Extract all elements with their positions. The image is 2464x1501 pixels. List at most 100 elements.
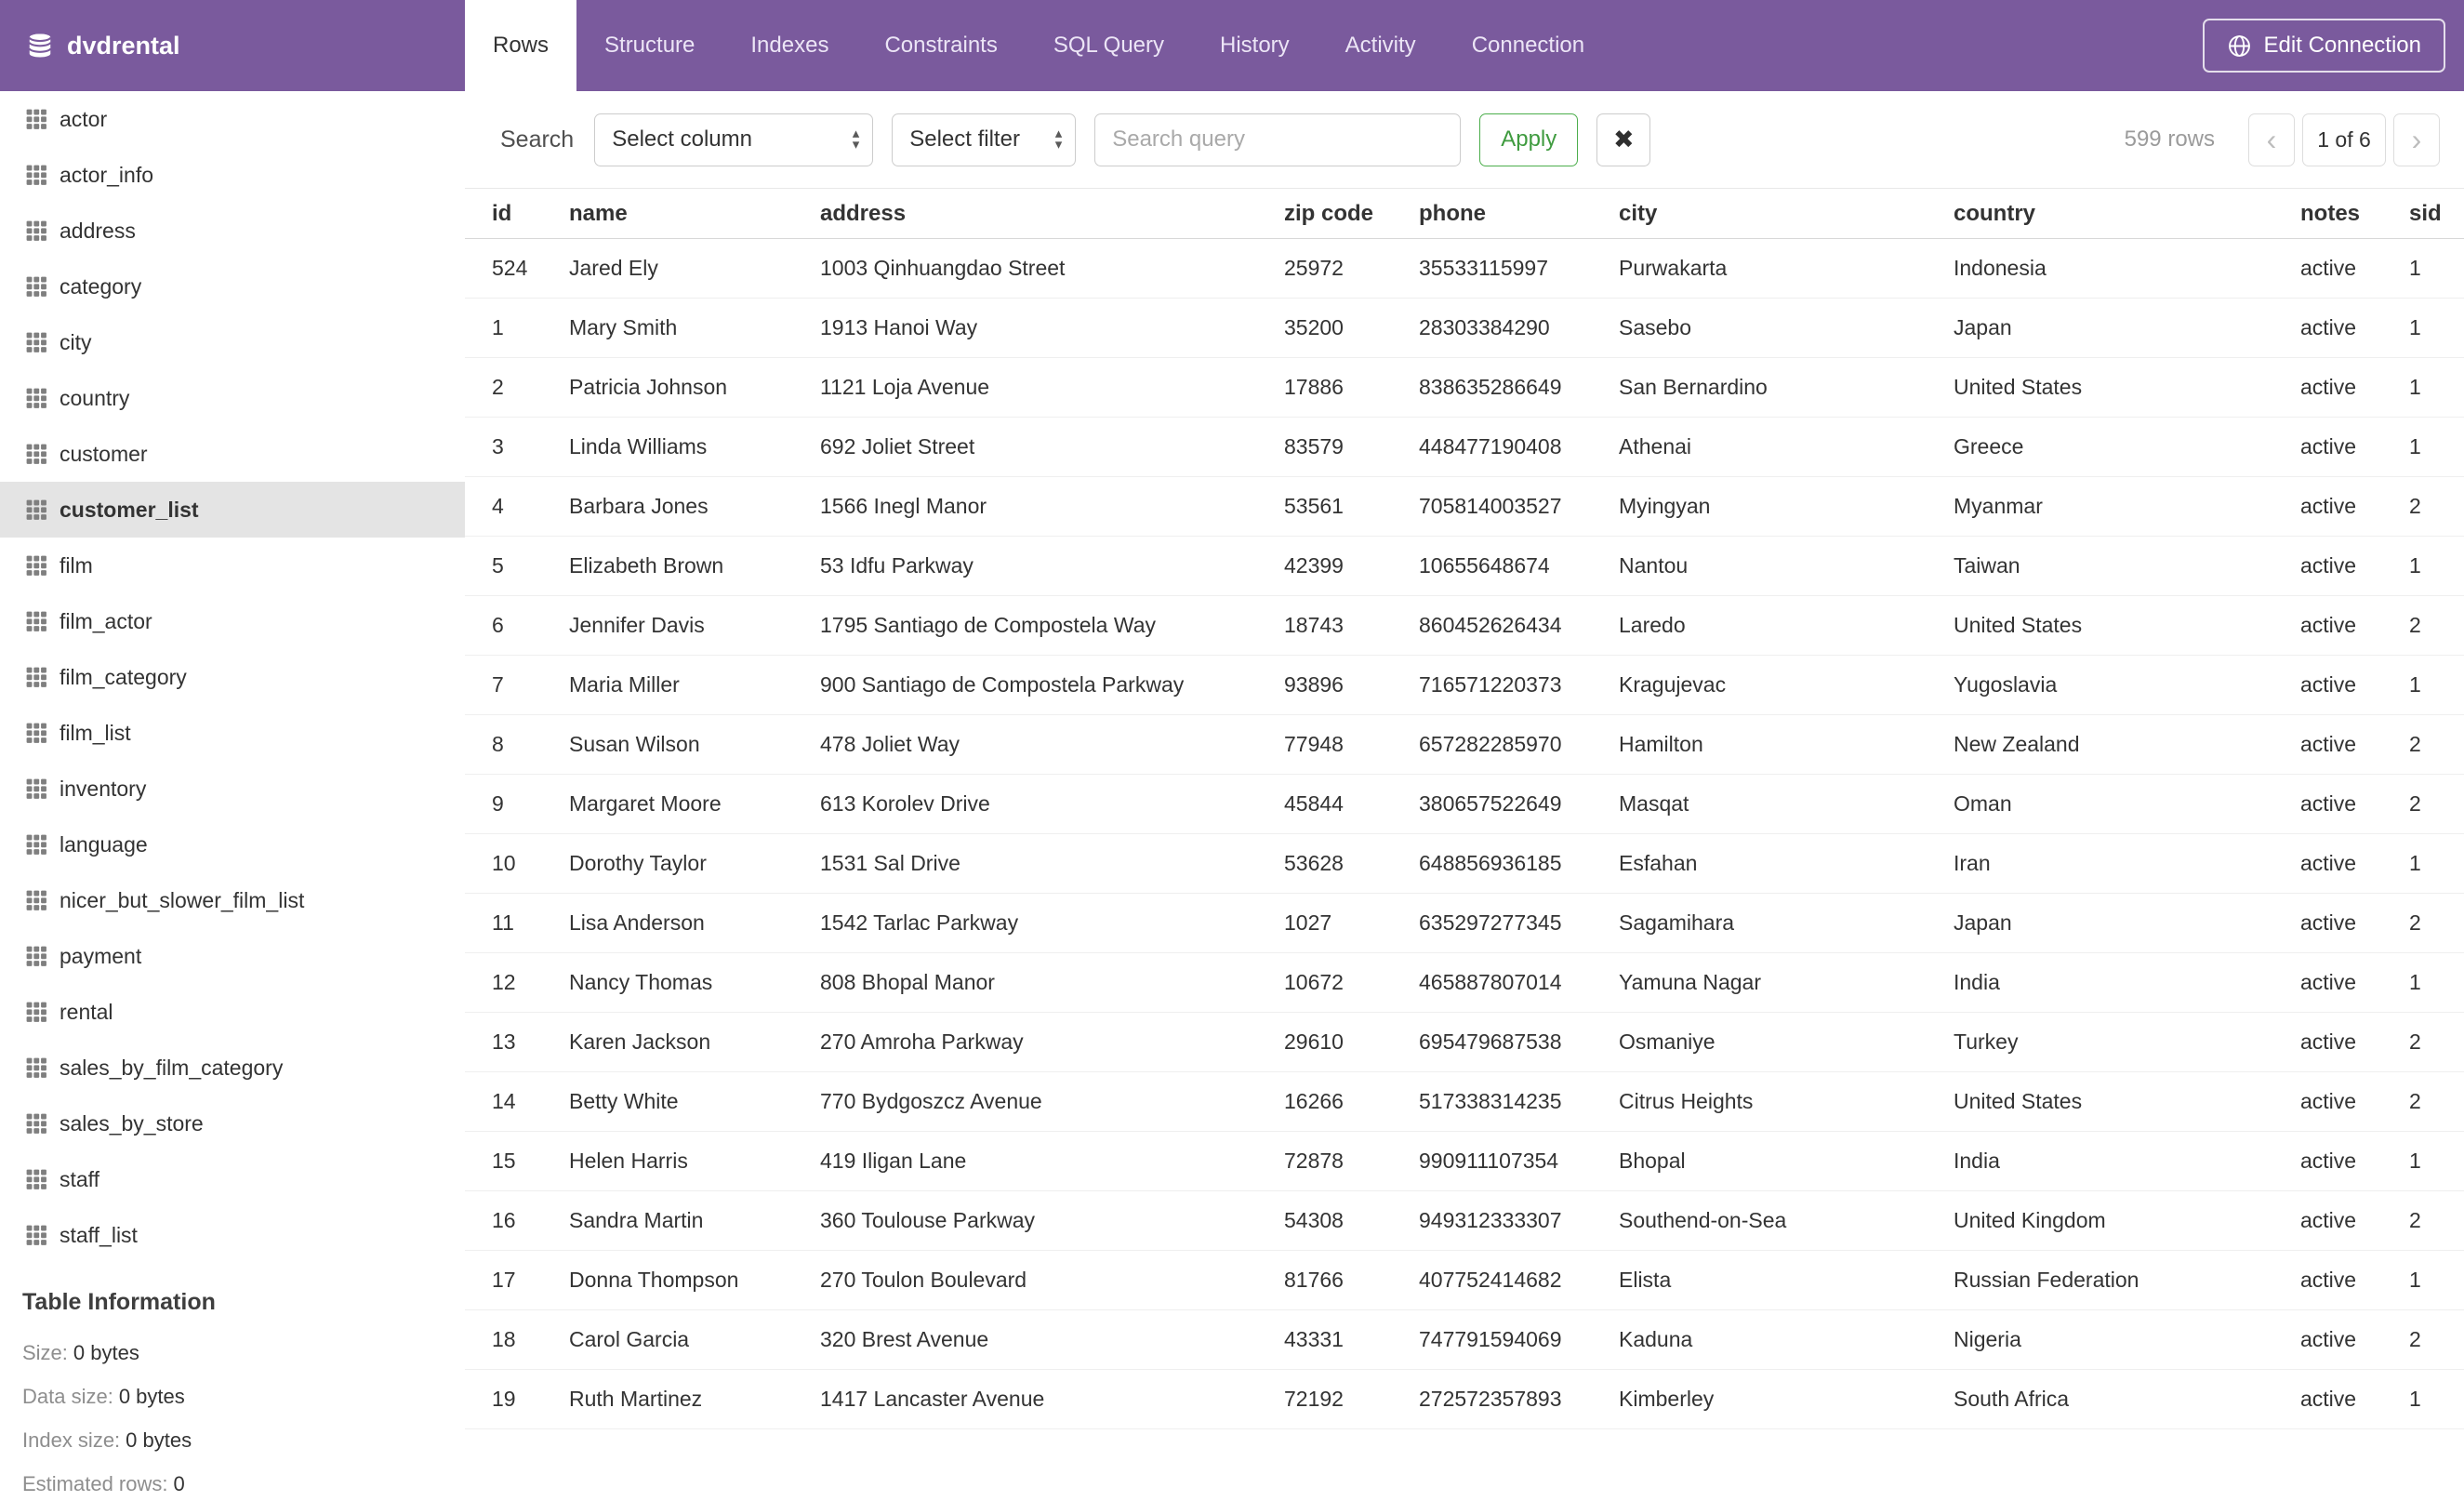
sidebar-item-city[interactable]: city [0,314,465,370]
table-row[interactable]: 9 Margaret Moore 613 Korolev Drive 45844 380… [465,774,2464,834]
filter-select[interactable]: Select filter ▴ ▾ [892,113,1077,166]
cell-zip-code: 1027 [1257,893,1392,953]
table-row[interactable]: 13 Karen Jackson 270 Amroha Parkway 29610 69… [465,1012,2464,1072]
sidebar-item-film_list[interactable]: film_list [0,705,465,761]
next-page-button[interactable]: › [2393,113,2440,166]
tab-sql-query[interactable]: SQL Query [1026,0,1192,91]
table-row[interactable]: 5 Elizabeth Brown 53 Idfu Parkway 42399 1065… [465,536,2464,596]
table-row[interactable]: 18 Carol Garcia 320 Brest Avenue 43331 74779… [465,1309,2464,1370]
cell-id: 16 [465,1190,542,1251]
table-row[interactable]: 8 Susan Wilson 478 Joliet Way 77948 65728228… [465,714,2464,775]
column-header-name[interactable]: name [542,188,793,239]
cell-notes: active [2273,714,2382,775]
cell-address: 360 Toulouse Parkway [793,1190,1257,1251]
column-header-phone[interactable]: phone [1392,188,1592,239]
sidebar-item-country[interactable]: country [0,370,465,426]
sidebar-item-staff[interactable]: staff [0,1151,465,1207]
sidebar-item-address[interactable]: address [0,203,465,259]
cell-notes: active [2273,1369,2382,1429]
tab-rows[interactable]: Rows [465,0,577,91]
clear-search-button[interactable]: ✖ [1596,113,1651,166]
cell-zip-code: 42399 [1257,536,1392,596]
table-name-label: customer [60,441,148,466]
table-row[interactable]: 15 Helen Harris 419 Iligan Lane 72878 990911… [465,1131,2464,1191]
tab-indexes[interactable]: Indexes [722,0,856,91]
cell-phone: 648856936185 [1392,833,1592,894]
column-header-address[interactable]: address [793,188,1257,239]
sidebar-item-sales_by_store[interactable]: sales_by_store [0,1096,465,1151]
table-name-label: address [60,218,136,243]
cell-phone: 407752414682 [1392,1250,1592,1310]
table-name-label: category [60,273,142,299]
table-row[interactable]: 7 Maria Miller 900 Santiago de Compostela … [465,655,2464,715]
column-select[interactable]: Select column ▴ ▾ [594,113,874,166]
prev-page-button[interactable]: ‹ [2248,113,2295,166]
table-row[interactable]: 4 Barbara Jones 1566 Inegl Manor 53561 70581… [465,476,2464,537]
sidebar-item-payment[interactable]: payment [0,928,465,984]
sidebar-item-customer[interactable]: customer [0,426,465,482]
column-header-id[interactable]: id [465,188,542,239]
edit-connection-button[interactable]: Edit Connection [2202,19,2445,73]
sidebar-item-film_category[interactable]: film_category [0,649,465,705]
cell-address: 1542 Tarlac Parkway [793,893,1257,953]
table-row[interactable]: 11 Lisa Anderson 1542 Tarlac Parkway 1027 63… [465,893,2464,953]
tab-structure[interactable]: Structure [576,0,722,91]
cell-phone: 747791594069 [1392,1309,1592,1370]
table-row[interactable]: 14 Betty White 770 Bydgoszcz Avenue 16266 51… [465,1071,2464,1132]
cell-country: United Kingdom [1927,1190,2273,1251]
search-input[interactable] [1094,113,1462,166]
table-row[interactable]: 16 Sandra Martin 360 Toulouse Parkway 54308… [465,1190,2464,1251]
sidebar-item-actor_info[interactable]: actor_info [0,147,465,203]
sidebar-item-staff_list[interactable]: staff_list [0,1207,465,1263]
column-header-notes[interactable]: notes [2273,188,2382,239]
sidebar-item-category[interactable]: category [0,259,465,314]
sidebar-item-film_actor[interactable]: film_actor [0,593,465,649]
sidebar-item-sales_by_film_category[interactable]: sales_by_film_category [0,1040,465,1096]
table-row[interactable]: 19 Ruth Martinez 1417 Lancaster Avenue 7219… [465,1369,2464,1429]
table-name-label: city [60,329,92,354]
tab-connection[interactable]: Connection [1444,0,1612,91]
cell-country: Myanmar [1927,476,2273,537]
tab-history[interactable]: History [1192,0,1318,91]
info-value: 0 bytes [126,1428,192,1452]
cell-sid: 2 [2382,595,2464,656]
cell-notes: active [2273,833,2382,894]
table-row[interactable]: 10 Dorothy Taylor 1531 Sal Drive 53628 64885… [465,833,2464,894]
sidebar-item-film[interactable]: film [0,538,465,593]
table-name-label: film_category [60,664,187,689]
sidebar-item-rental[interactable]: rental [0,984,465,1040]
table-icon [26,499,46,520]
sidebar-item-actor[interactable]: actor [0,91,465,147]
table-name-label: country [60,385,130,410]
apply-button[interactable]: Apply [1479,113,1579,166]
cell-country: Greece [1927,417,2273,477]
table-icon [26,723,46,743]
table-row[interactable]: 524 Jared Ely 1003 Qinhuangdao Street 25972… [465,238,2464,299]
chevron-left-icon: ‹ [2266,123,2277,156]
cell-id: 10 [465,833,542,894]
cell-name: Sandra Martin [542,1190,793,1251]
table-row[interactable]: 2 Patricia Johnson 1121 Loja Avenue 17886 83… [465,357,2464,418]
table-row[interactable]: 12 Nancy Thomas 808 Bhopal Manor 10672 46588… [465,952,2464,1013]
cell-sid: 1 [2382,1369,2464,1429]
column-header-zip-code[interactable]: zip code [1257,188,1392,239]
column-header-country[interactable]: country [1927,188,2273,239]
table-row[interactable]: 6 Jennifer Davis 1795 Santiago de Composte… [465,595,2464,656]
column-header-sid[interactable]: sid [2382,188,2464,239]
sidebar-item-language[interactable]: language [0,817,465,872]
table-row[interactable]: 3 Linda Williams 692 Joliet Street 83579 448… [465,417,2464,477]
cell-sid: 1 [2382,952,2464,1013]
sidebar-item-inventory[interactable]: inventory [0,761,465,817]
sidebar-item-nicer_but_slower_film_list[interactable]: nicer_but_slower_film_list [0,872,465,928]
table-row[interactable]: 1 Mary Smith 1913 Hanoi Way 35200 2830338429… [465,298,2464,358]
sidebar-item-customer_list[interactable]: customer_list [0,482,465,538]
cell-phone: 272572357893 [1392,1369,1592,1429]
cell-notes: active [2273,357,2382,418]
cell-city: Kragujevac [1592,655,1927,715]
column-header-city[interactable]: city [1592,188,1927,239]
tab-activity[interactable]: Activity [1318,0,1444,91]
tab-constraints[interactable]: Constraints [856,0,1025,91]
table-row[interactable]: 17 Donna Thompson 270 Toulon Boulevard 8176… [465,1250,2464,1310]
table-icon [26,834,46,855]
cell-sid: 1 [2382,655,2464,715]
